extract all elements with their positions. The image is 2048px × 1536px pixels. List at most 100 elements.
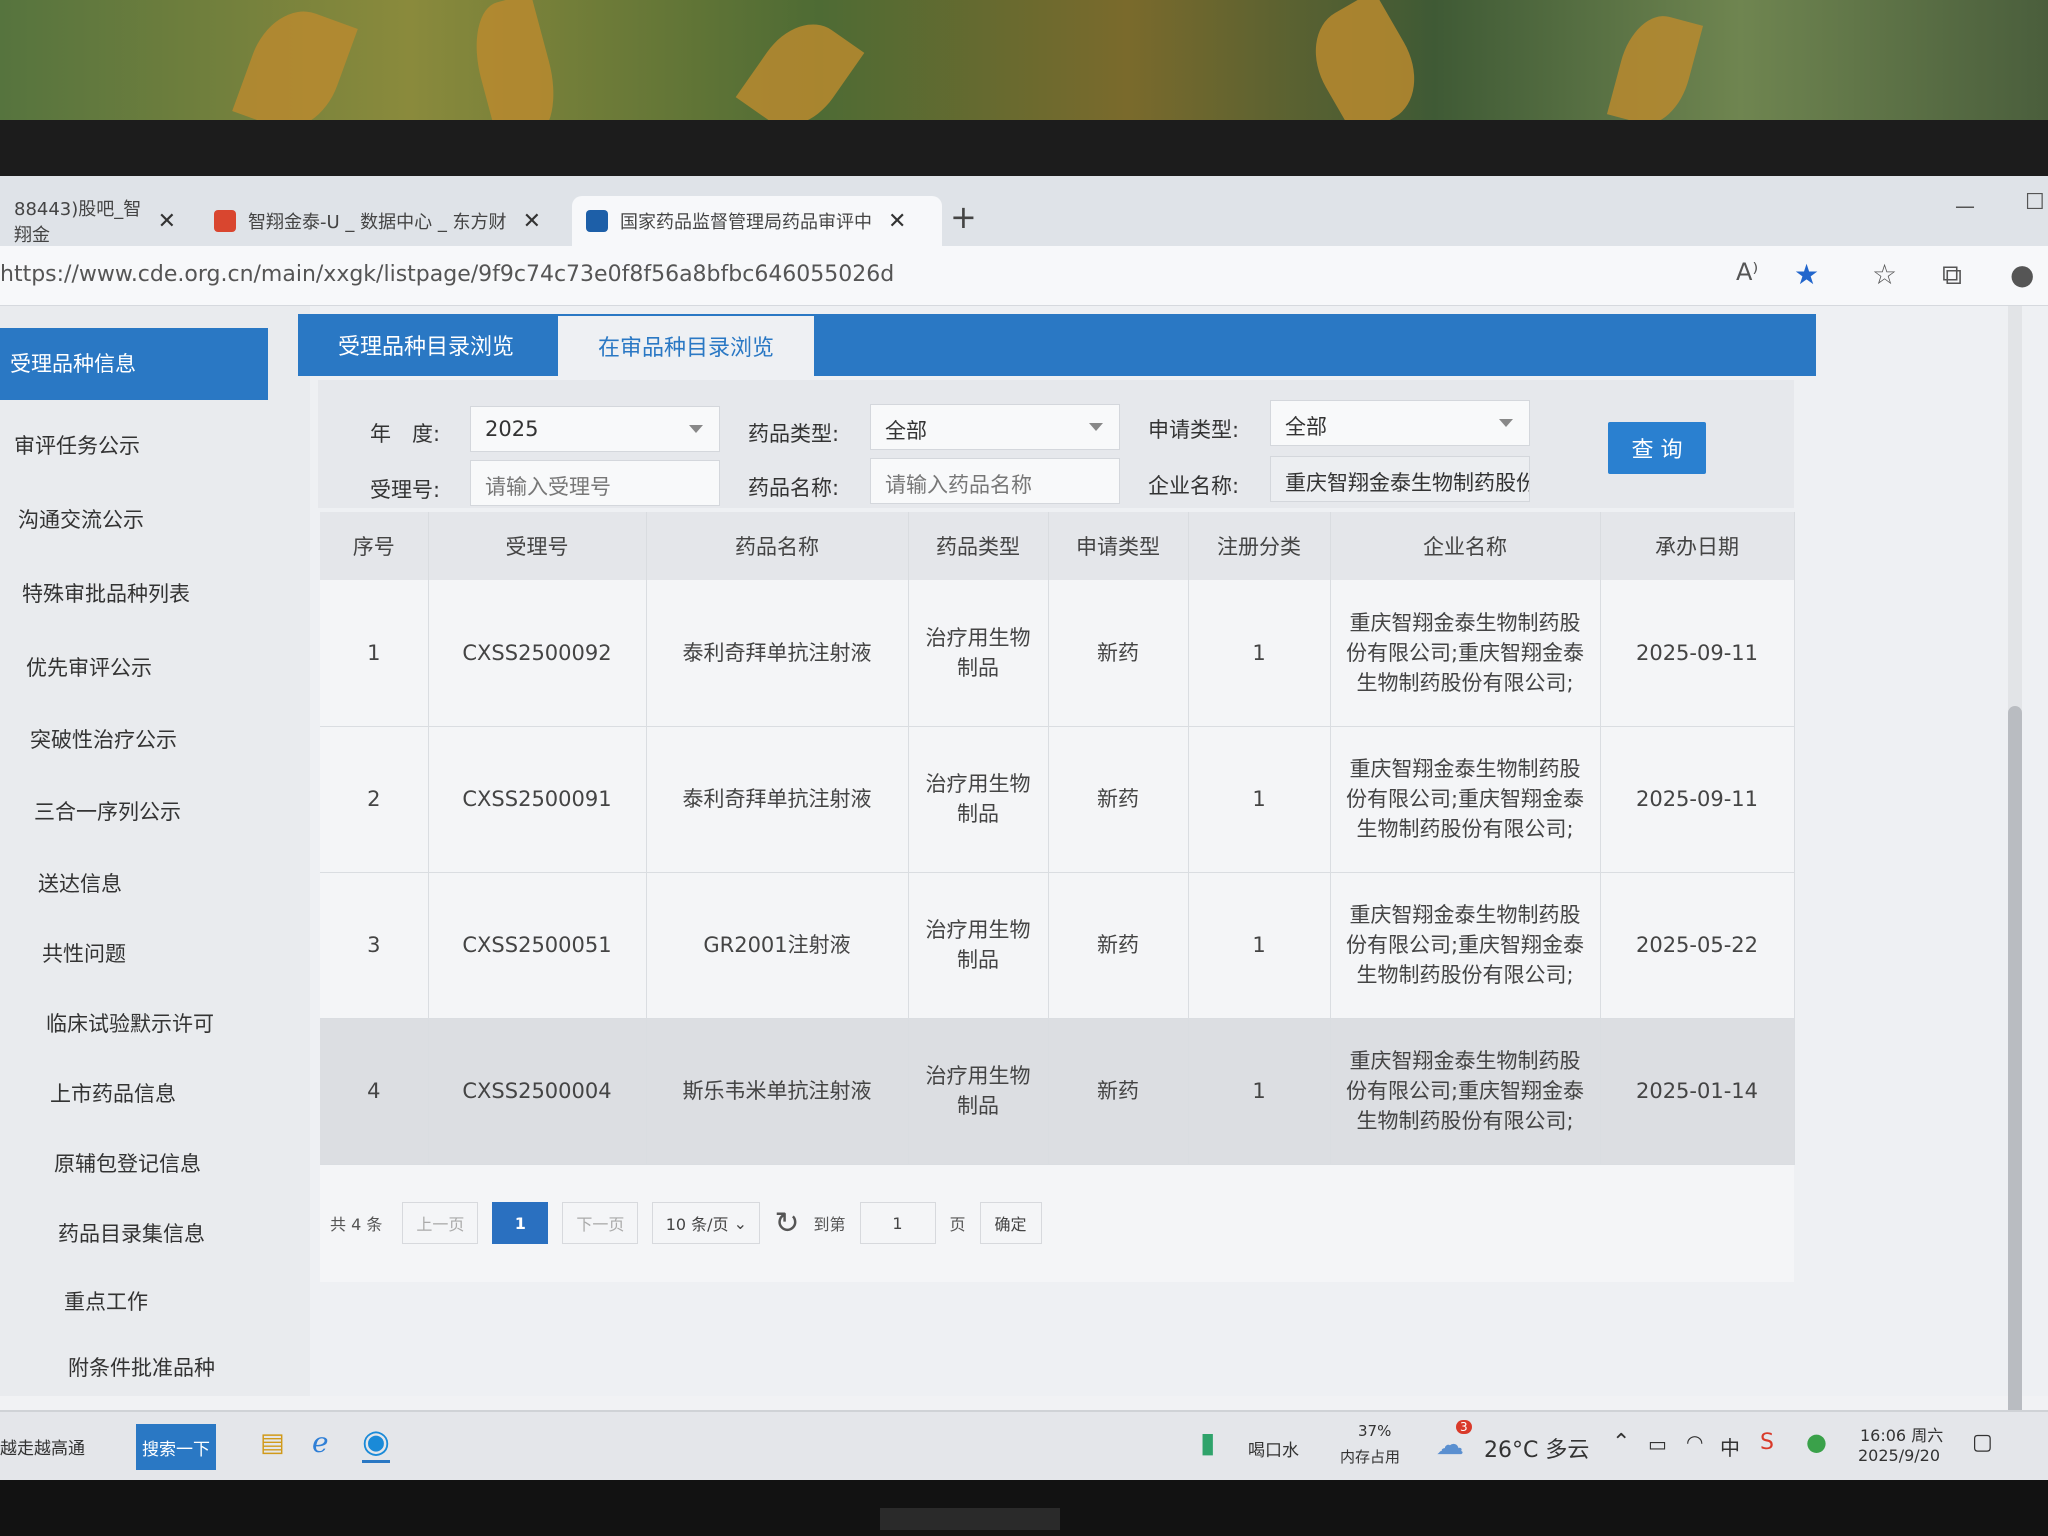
maximize-icon[interactable]: ☐ bbox=[2025, 190, 2045, 215]
sidebar-item[interactable]: 原辅包登记信息 bbox=[54, 1148, 201, 1178]
browser-tab-bar: 88443)股吧_智翔金 ✕ 智翔金泰-U _ 数据中心 _ 东方财 ✕ 国家药… bbox=[0, 176, 2048, 246]
col-header-no[interactable]: 序号 bbox=[320, 512, 429, 580]
sidebar-item-accepted[interactable]: 受理品种信息 bbox=[0, 328, 268, 400]
drug-name-input[interactable]: 请输入药品名称 bbox=[870, 458, 1120, 504]
col-header-drug-type[interactable]: 药品类型 bbox=[908, 512, 1049, 580]
accept-no-input[interactable]: 请输入受理号 bbox=[470, 460, 720, 506]
collections-icon[interactable]: ⧉ bbox=[1942, 258, 1962, 292]
water-reminder-label[interactable]: 喝口水 bbox=[1248, 1436, 1299, 1461]
tab-accepted-catalog[interactable]: 受理品种目录浏览 bbox=[298, 314, 554, 376]
battery-icon[interactable]: ▭ bbox=[1648, 1432, 1667, 1456]
notification-icon[interactable]: ▢ bbox=[1972, 1430, 1993, 1455]
sidebar-item[interactable]: 沟通交流公示 bbox=[18, 504, 144, 534]
sidebar-item[interactable]: 附条件批准品种 bbox=[68, 1352, 215, 1382]
scrollbar-thumb[interactable] bbox=[2008, 706, 2022, 1482]
close-icon[interactable]: ✕ bbox=[158, 209, 176, 234]
taskbar-search-button[interactable]: 搜索一下 bbox=[136, 1424, 216, 1470]
drug-type-value: 全部 bbox=[885, 419, 927, 443]
query-button[interactable]: 查 询 bbox=[1608, 422, 1706, 474]
cell-apply-type: 新药 bbox=[1048, 726, 1189, 873]
minimize-icon[interactable]: — bbox=[1955, 194, 1975, 218]
wifi-icon[interactable]: ◠ bbox=[1686, 1430, 1703, 1454]
confirm-button[interactable]: 确定 bbox=[979, 1202, 1042, 1244]
col-header-company[interactable]: 企业名称 bbox=[1330, 512, 1601, 580]
apply-type-select[interactable]: 全部 bbox=[1270, 400, 1530, 446]
cell-company: 重庆智翔金泰生物制药股份有限公司;重庆智翔金泰生物制药股份有限公司; bbox=[1330, 580, 1601, 727]
sidebar-item[interactable]: 药品目录集信息 bbox=[58, 1218, 205, 1248]
new-tab-button[interactable]: + bbox=[950, 198, 977, 236]
col-header-accept-no[interactable]: 受理号 bbox=[428, 512, 647, 580]
cell-apply-type: 新药 bbox=[1048, 1018, 1189, 1165]
col-header-reg-class[interactable]: 注册分类 bbox=[1188, 512, 1331, 580]
page-1-button[interactable]: 1 bbox=[492, 1202, 549, 1244]
table-row[interactable]: 1 CXSS2500092 泰利奇拜单抗注射液 治疗用生物制品 新药 1 重庆智… bbox=[320, 580, 1795, 727]
wechat-icon[interactable]: ● bbox=[1806, 1428, 1827, 1456]
read-aloud-icon[interactable]: A⁾ bbox=[1736, 258, 1758, 286]
drug-type-select[interactable]: 全部 bbox=[870, 404, 1120, 450]
next-page-button[interactable]: 下一页 bbox=[562, 1202, 639, 1244]
tab-title: 国家药品监督管理局药品审评中 bbox=[620, 212, 872, 233]
address-bar: https://www.cde.org.cn/main/xxgk/listpag… bbox=[0, 246, 2048, 306]
apply-type-value: 全部 bbox=[1285, 415, 1327, 439]
company-input[interactable]: 重庆智翔金泰生物制药股份 bbox=[1270, 456, 1530, 502]
cell-no: 1 bbox=[320, 580, 429, 727]
favorites-icon[interactable]: ☆ bbox=[1872, 258, 1897, 291]
ime-indicator[interactable]: 中 bbox=[1720, 1432, 1740, 1461]
sidebar-item[interactable]: 临床试验默示许可 bbox=[46, 1008, 214, 1038]
web-page: 受理品种信息 审评任务公示 沟通交流公示 特殊审批品种列表 优先审评公示 突破性… bbox=[0, 306, 2048, 1482]
chevron-up-icon[interactable]: ⌃ bbox=[1612, 1430, 1630, 1455]
sidebar-item[interactable]: 上市药品信息 bbox=[50, 1078, 176, 1108]
url-field[interactable]: https://www.cde.org.cn/main/xxgk/listpag… bbox=[0, 262, 894, 287]
table-row[interactable]: 4 CXSS2500004 斯乐韦米单抗注射液 治疗用生物制品 新药 1 重庆智… bbox=[320, 1018, 1795, 1165]
company-label: 企业名称: bbox=[1148, 474, 1240, 498]
table-header-row: 序号 受理号 药品名称 药品类型 申请类型 注册分类 企业名称 承办日期 bbox=[320, 512, 1795, 580]
close-icon[interactable]: ✕ bbox=[888, 209, 906, 234]
profile-icon[interactable]: ● bbox=[2010, 258, 2034, 291]
cell-apply-type: 新药 bbox=[1048, 872, 1189, 1019]
sidebar-item[interactable]: 优先审评公示 bbox=[26, 652, 152, 682]
favorite-star-icon[interactable]: ★ bbox=[1794, 258, 1819, 291]
file-explorer-icon[interactable]: ▤ bbox=[260, 1428, 285, 1458]
sidebar-item[interactable]: 突破性治疗公示 bbox=[30, 724, 177, 754]
clock-date[interactable]: 2025/9/20 bbox=[1858, 1446, 1940, 1465]
goto-page-input[interactable]: 1 bbox=[859, 1202, 936, 1244]
filter-panel: 年 度: 2025 药品类型: 全部 申请类型: 全部 受理号: 请输入受理号 … bbox=[318, 380, 1794, 508]
browser-tab-active[interactable]: 国家药品监督管理局药品审评中 ✕ bbox=[572, 196, 942, 246]
col-header-drug-name[interactable]: 药品名称 bbox=[646, 512, 909, 580]
tab-in-review-catalog[interactable]: 在审品种目录浏览 bbox=[558, 314, 815, 376]
memory-value: 37% bbox=[1358, 1422, 1392, 1440]
sidebar-item[interactable]: 三合一序列公示 bbox=[34, 796, 181, 826]
sidebar-item[interactable]: 特殊审批品种列表 bbox=[22, 578, 190, 608]
taskbar-news-text[interactable]: 越走越高通 bbox=[0, 1434, 85, 1459]
cell-drug-type: 治疗用生物制品 bbox=[908, 872, 1049, 1019]
screen: 88443)股吧_智翔金 ✕ 智翔金泰-U _ 数据中心 _ 东方财 ✕ 国家药… bbox=[0, 176, 2048, 1482]
col-header-date[interactable]: 承办日期 bbox=[1600, 512, 1795, 580]
edge-icon[interactable]: ◉ bbox=[362, 1422, 390, 1463]
table-row[interactable]: 2 CXSS2500091 泰利奇拜单抗注射液 治疗用生物制品 新药 1 重庆智… bbox=[320, 726, 1795, 873]
sidebar-item[interactable]: 重点工作 bbox=[64, 1286, 148, 1316]
refresh-icon[interactable]: ↻ bbox=[774, 1202, 799, 1244]
cell-reg-class: 1 bbox=[1188, 1018, 1331, 1165]
browser-tab[interactable]: 智翔金泰-U _ 数据中心 _ 东方财 ✕ bbox=[200, 196, 560, 246]
page-unit-label: 页 bbox=[949, 1215, 966, 1234]
year-select[interactable]: 2025 bbox=[470, 406, 720, 452]
page-size-value: 10 条/页 bbox=[665, 1215, 729, 1234]
weather-text[interactable]: 26°C 多云 bbox=[1484, 1432, 1589, 1464]
close-icon[interactable]: ✕ bbox=[523, 209, 541, 234]
col-header-apply-type[interactable]: 申请类型 bbox=[1048, 512, 1189, 580]
prev-page-button[interactable]: 上一页 bbox=[402, 1202, 479, 1244]
sogou-icon[interactable]: S bbox=[1760, 1430, 1774, 1455]
eastmoney-icon bbox=[214, 210, 236, 232]
sidebar-item[interactable]: 共性问题 bbox=[42, 938, 126, 968]
sidebar-item[interactable]: 送达信息 bbox=[38, 868, 122, 898]
table-row[interactable]: 3 CXSS2500051 GR2001注射液 治疗用生物制品 新药 1 重庆智… bbox=[320, 872, 1795, 1019]
browser-tab[interactable]: 88443)股吧_智翔金 ✕ bbox=[0, 196, 190, 246]
ie-icon[interactable]: ℯ bbox=[312, 1426, 329, 1459]
cell-reg-class: 1 bbox=[1188, 726, 1331, 873]
clock-time[interactable]: 16:06 周六 bbox=[1860, 1422, 1943, 1446]
page-size-select[interactable]: 10 条/页 ⌄ bbox=[652, 1202, 761, 1244]
results-table: 序号 受理号 药品名称 药品类型 申请类型 注册分类 企业名称 承办日期 1 C… bbox=[320, 512, 1795, 1165]
cell-accept-no: CXSS2500092 bbox=[428, 580, 647, 727]
water-cup-icon[interactable]: ▮ bbox=[1200, 1426, 1215, 1459]
sidebar-item[interactable]: 审评任务公示 bbox=[14, 430, 140, 460]
